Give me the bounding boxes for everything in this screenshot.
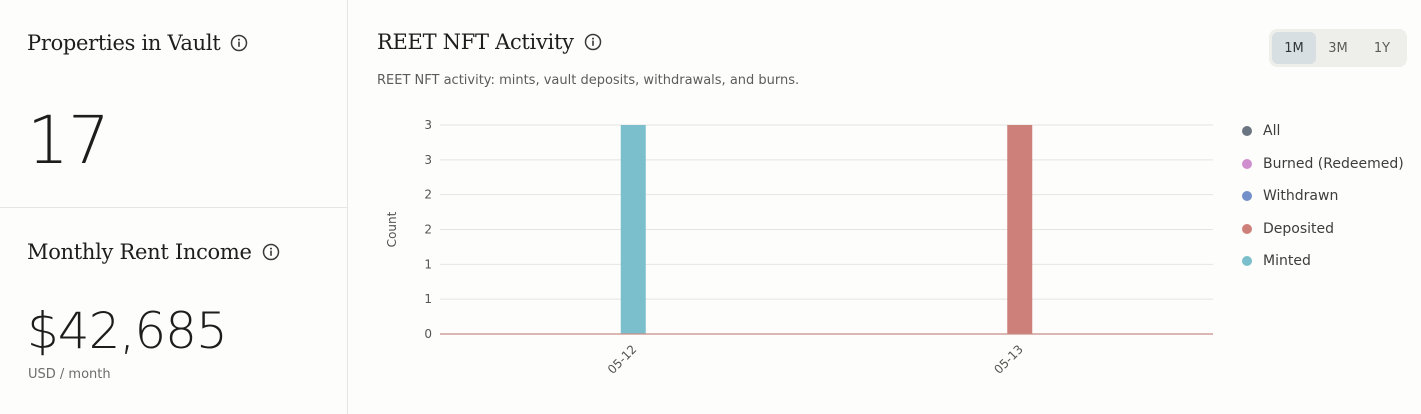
- x-tick-label: 05-13: [991, 342, 1026, 377]
- chart-legend: All Burned (Redeemed) Withdrawn Deposite…: [1242, 115, 1404, 278]
- properties-count: 17: [27, 102, 110, 179]
- legend-swatch: [1242, 256, 1252, 267]
- legend-label: All: [1263, 123, 1281, 140]
- properties-title: Properties in Vault: [27, 31, 248, 55]
- rent-title-label: Monthly Rent Income: [27, 240, 252, 264]
- legend-item-all[interactable]: All: [1242, 115, 1404, 148]
- rent-card: Monthly Rent Income $42,685 USD / month: [0, 209, 347, 414]
- activity-panel: REET NFT Activity REET NFT activity: min…: [348, 0, 1421, 414]
- info-icon[interactable]: [262, 243, 280, 261]
- y-tick-label: 2: [424, 188, 432, 202]
- legend-swatch: [1242, 126, 1252, 137]
- legend-swatch: [1242, 223, 1252, 234]
- legend-label: Withdrawn: [1263, 188, 1339, 205]
- rent-title: Monthly Rent Income: [27, 240, 280, 264]
- legend-item-burned[interactable]: Burned (Redeemed): [1242, 148, 1404, 181]
- x-tick-label: 05-12: [605, 342, 640, 377]
- legend-label: Deposited: [1263, 220, 1335, 237]
- y-axis-title: Count: [385, 211, 399, 247]
- range-button-1m[interactable]: 1M: [1272, 32, 1316, 64]
- dashboard: Properties in Vault 17 Monthly Rent Inco…: [0, 0, 1421, 414]
- range-button-1y[interactable]: 1Y: [1360, 32, 1404, 64]
- legend-swatch: [1242, 158, 1252, 169]
- legend-item-minted[interactable]: Minted: [1242, 245, 1404, 278]
- legend-item-withdrawn[interactable]: Withdrawn: [1242, 180, 1404, 213]
- y-tick-label: 1: [424, 257, 432, 271]
- y-tick-label: 1: [424, 292, 432, 306]
- stats-column: Properties in Vault 17 Monthly Rent Inco…: [0, 0, 348, 414]
- rent-caption: USD / month: [28, 367, 111, 382]
- info-icon[interactable]: [230, 34, 248, 52]
- activity-bar-chart: 0 1 1 2 2 3 3 Count 05-12 05-13: [385, 118, 1213, 377]
- bar-deposited: [1007, 125, 1033, 334]
- range-toggle: 1M 3M 1Y: [1269, 29, 1407, 67]
- legend-label: Minted: [1263, 253, 1311, 270]
- y-tick-label: 2: [424, 223, 432, 237]
- y-tick-label: 3: [424, 118, 432, 132]
- legend-label: Burned (Redeemed): [1263, 155, 1404, 172]
- legend-item-deposited[interactable]: Deposited: [1242, 213, 1404, 246]
- bar-minted: [620, 125, 646, 334]
- legend-swatch: [1242, 191, 1252, 202]
- properties-card: Properties in Vault 17: [0, 0, 347, 208]
- rent-amount: $42,685: [27, 302, 228, 360]
- y-tick-label: 0: [424, 327, 432, 341]
- properties-title-label: Properties in Vault: [27, 31, 221, 55]
- range-button-3m[interactable]: 3M: [1316, 32, 1360, 64]
- y-tick-label: 3: [424, 153, 432, 167]
